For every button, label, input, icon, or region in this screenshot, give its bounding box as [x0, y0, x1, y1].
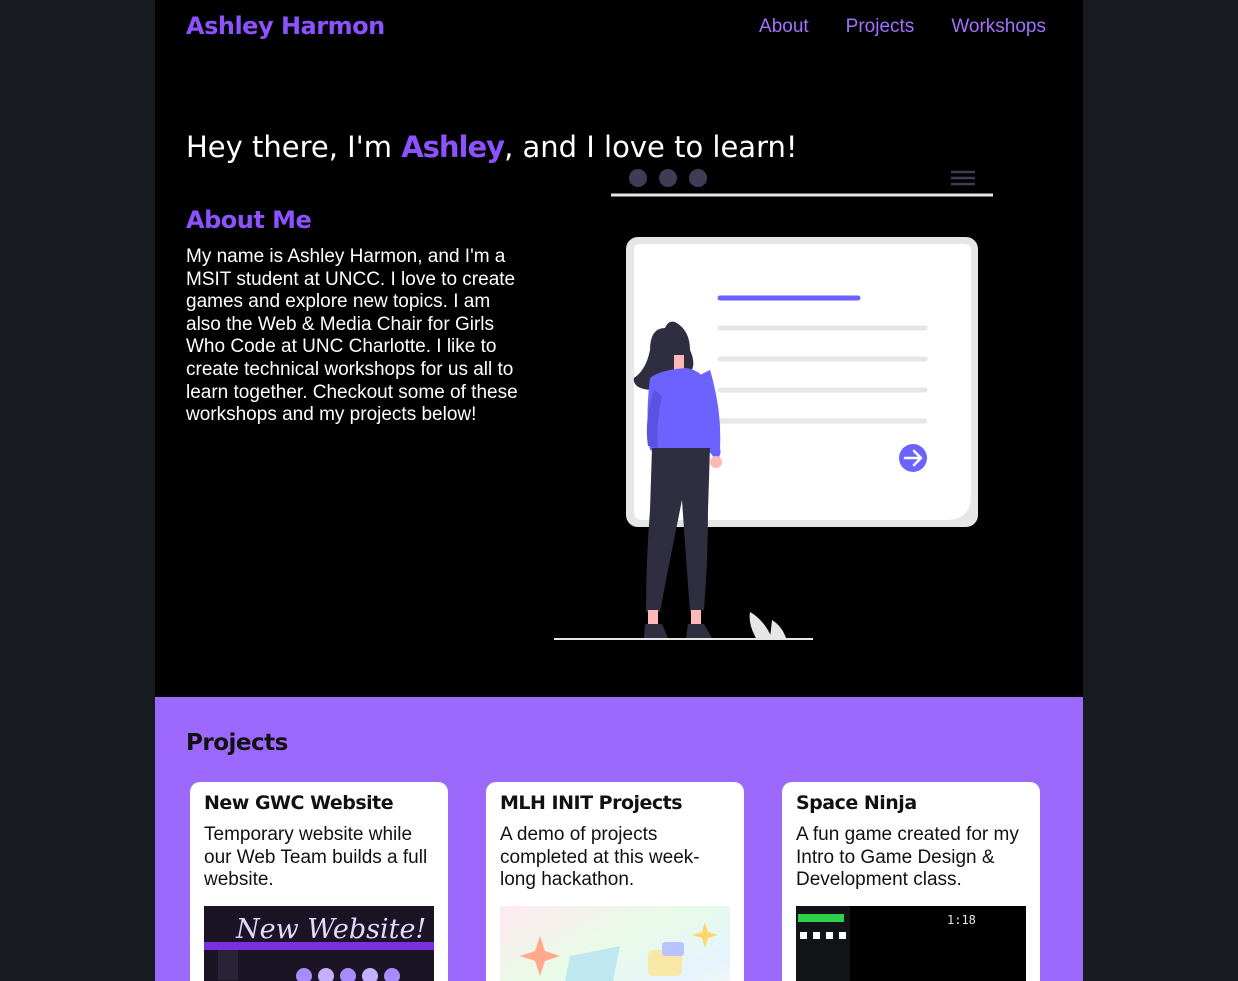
site-name-link[interactable]: Ashley Harmon — [186, 12, 385, 40]
hero-title: Hey there, I'm Ashley, and I love to lea… — [186, 130, 798, 164]
about-heading: About Me — [186, 206, 312, 234]
project-card-mlh-init[interactable]: MLH INIT Projects A demo of projects com… — [486, 782, 744, 981]
project-card-space-ninja[interactable]: Space Ninja A fun game created for my In… — [782, 782, 1040, 981]
hero-title-intro: Hey there, I'm — [186, 130, 402, 164]
project-card-title: MLH INIT Projects — [500, 792, 683, 814]
plant-icon — [749, 612, 786, 638]
hero-title-outro: , and I love to learn! — [504, 130, 798, 164]
main-nav: About Projects Workshops — [759, 16, 1046, 38]
browser-dots-icon — [629, 169, 707, 187]
project-card-description: Temporary website while our Web Team bui… — [204, 824, 428, 891]
nav-link-about[interactable]: About — [759, 16, 809, 38]
project-card-description: A fun game created for my Intro to Game … — [796, 824, 1019, 891]
nav-link-workshops[interactable]: Workshops — [951, 16, 1046, 38]
project-card-description: A demo of projects completed at this wee… — [500, 824, 700, 891]
projects-heading: Projects — [186, 730, 288, 756]
hamburger-menu-icon — [951, 170, 975, 186]
project-thumbnail-mlh-init[interactable] — [500, 906, 730, 981]
about-text: My name is Ashley Harmon, and I'm a MSIT… — [186, 246, 518, 426]
project-thumbnail-gwc-website[interactable]: New Website! — [204, 906, 434, 981]
project-thumbnail-space-ninja[interactable]: 1:18 — [796, 906, 1026, 981]
page: Ashley Harmon About Projects Workshops H… — [155, 0, 1083, 981]
project-card-title: Space Ninja — [796, 792, 917, 814]
game-timer-text: 1:18 — [947, 913, 976, 927]
project-card-title: New GWC Website — [204, 792, 394, 814]
thumbnail-caption: New Website! — [235, 914, 426, 945]
hero-illustration — [554, 169, 993, 640]
hero-title-name: Ashley — [401, 130, 505, 164]
projects-section: Projects New GWC Website Temporary websi… — [155, 697, 1083, 981]
nav-link-projects[interactable]: Projects — [846, 16, 915, 38]
project-card-gwc-website[interactable]: New GWC Website Temporary website while … — [190, 782, 448, 981]
arrow-right-icon — [899, 444, 927, 472]
